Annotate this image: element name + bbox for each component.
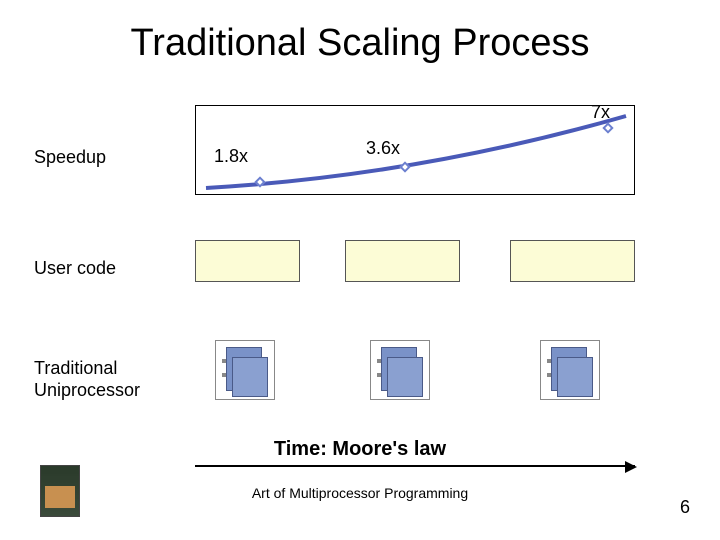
datapoint-label-2: 3.6x — [366, 138, 400, 159]
processor-icon-2 — [370, 340, 430, 400]
time-axis-arrow — [195, 465, 635, 467]
processor-icon-1 — [215, 340, 275, 400]
speedup-chart: 1.8x 3.6x 7x — [195, 105, 635, 195]
datapoint-label-1: 1.8x — [214, 146, 248, 167]
time-axis-label: Time: Moore's law — [0, 438, 720, 461]
page-title: Traditional Scaling Process — [0, 22, 720, 65]
usercode-row-label: User code — [34, 258, 116, 279]
page-number: 6 — [680, 497, 690, 518]
datapoint-label-3: 7x — [591, 102, 610, 123]
usercode-box-1 — [195, 240, 300, 282]
processor-icon-3 — [540, 340, 600, 400]
traditional-row-label: Traditional Uniprocessor — [34, 358, 140, 401]
speedup-row-label: Speedup — [34, 147, 106, 168]
footer-text: Art of Multiprocessor Programming — [0, 485, 720, 501]
usercode-box-2 — [345, 240, 460, 282]
usercode-box-3 — [510, 240, 635, 282]
